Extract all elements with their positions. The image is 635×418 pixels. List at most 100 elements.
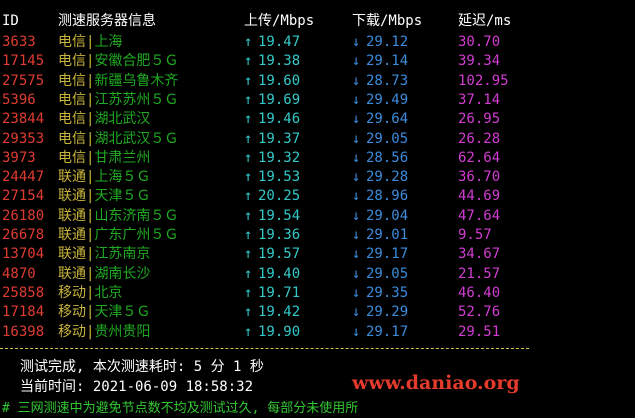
- summary-done: 测试完成, 本次测速耗时: 5 分 1 秒: [20, 359, 264, 375]
- arrow-up-icon: ↑: [244, 304, 253, 321]
- download-value: 29.04: [366, 207, 409, 224]
- row-node: 电信|江苏苏州５Ｇ: [58, 91, 178, 110]
- download-value: 29.17: [366, 323, 409, 340]
- arrow-up-icon: ↑: [244, 130, 253, 147]
- row-city: 湖北武汉: [94, 111, 151, 128]
- row-city: 新疆乌鲁木齐: [94, 72, 179, 89]
- download-value: 29.14: [366, 53, 409, 70]
- upload-value: 19.32: [258, 149, 301, 166]
- arrow-up-icon: ↑: [244, 34, 253, 50]
- row-city: 天津５Ｇ: [94, 304, 151, 321]
- upload-value: 19.40: [258, 265, 301, 282]
- row-city: 贵州贵阳: [94, 323, 151, 340]
- arrow-up-icon: ↑: [244, 188, 253, 205]
- table-header: ID 测速服务器信息 上传/Mbps 下载/Mbps 延迟/ms: [0, 12, 511, 31]
- footer-note: # 三网测速中为避免节点数不均及测试过久, 每部分未使用所: [2, 401, 359, 416]
- row-node: 联通|湖南长沙: [58, 265, 150, 284]
- upload-value: 19.60: [258, 72, 301, 89]
- row-isp: 电信: [58, 111, 86, 128]
- download-value: 29.28: [366, 169, 409, 186]
- row-id: 27154: [2, 188, 45, 205]
- download-value: 28.73: [366, 72, 409, 89]
- row-upload: ↑ 19.69: [244, 91, 300, 110]
- row-latency: 52.76: [458, 304, 501, 321]
- upload-value: 19.71: [258, 284, 301, 301]
- watermark-text: www.daniao.org: [352, 372, 520, 394]
- row-isp: 电信: [58, 130, 86, 147]
- row-city: 北京: [94, 284, 123, 301]
- row-city: 广东广州５Ｇ: [94, 227, 179, 243]
- row-node: 电信|新疆乌鲁木齐: [58, 72, 178, 91]
- row-node: 移动|天津５Ｇ: [58, 303, 150, 322]
- row-upload: ↑ 19.42: [244, 303, 300, 322]
- row-id: 3973: [2, 149, 36, 166]
- row-isp: 电信: [58, 72, 86, 89]
- row-isp: 移动: [58, 304, 86, 321]
- download-value: 29.12: [366, 34, 409, 50]
- arrow-up-icon: ↑: [244, 149, 253, 166]
- arrow-down-icon: ↓: [352, 284, 361, 301]
- download-value: 29.29: [366, 304, 409, 321]
- arrow-up-icon: ↑: [244, 111, 253, 128]
- row-id: 16398: [2, 323, 45, 340]
- row-node: 移动|北京: [58, 284, 122, 303]
- row-download: ↓ 28.73: [352, 72, 408, 91]
- arrow-up-icon: ↑: [244, 265, 253, 282]
- arrow-up-icon: ↑: [244, 53, 253, 70]
- row-upload: ↑ 19.53: [244, 168, 300, 187]
- row-city: 山东济南５Ｇ: [94, 207, 179, 224]
- row-latency: 30.70: [458, 34, 501, 50]
- arrow-up-icon: ↑: [244, 246, 253, 263]
- row-latency: 62.64: [458, 149, 501, 166]
- row-download: ↓ 29.49: [352, 91, 408, 110]
- row-isp: 联通: [58, 227, 86, 243]
- upload-value: 19.90: [258, 323, 301, 340]
- row-latency: 9.57: [458, 227, 492, 243]
- header-download: 下载/Mbps: [352, 13, 423, 29]
- upload-value: 19.47: [258, 34, 301, 50]
- row-upload: ↑ 19.60: [244, 72, 300, 91]
- row-upload: ↑ 19.46: [244, 110, 300, 129]
- arrow-down-icon: ↓: [352, 111, 361, 128]
- row-upload: ↑ 19.47: [244, 33, 300, 52]
- arrow-down-icon: ↓: [352, 53, 361, 70]
- row-download: ↓ 29.29: [352, 303, 408, 322]
- arrow-down-icon: ↓: [352, 188, 361, 205]
- row-download: ↓ 28.56: [352, 149, 408, 168]
- row-node: 电信|上海: [58, 33, 122, 52]
- row-upload: ↑ 20.25: [244, 187, 300, 206]
- row-upload: ↑ 19.54: [244, 207, 300, 226]
- row-download: ↓ 29.17: [352, 323, 408, 342]
- arrow-down-icon: ↓: [352, 304, 361, 321]
- upload-value: 19.69: [258, 91, 301, 108]
- download-value: 29.64: [366, 111, 409, 128]
- row-download: ↓ 29.04: [352, 207, 408, 226]
- row-upload: ↑ 19.38: [244, 52, 300, 71]
- row-city: 天津５Ｇ: [94, 188, 151, 205]
- row-node: 联通|上海５Ｇ: [58, 168, 150, 187]
- upload-value: 19.57: [258, 246, 301, 263]
- row-download: ↓ 29.17: [352, 245, 408, 264]
- row-id: 17145: [2, 53, 45, 70]
- row-download: ↓ 29.64: [352, 110, 408, 129]
- arrow-up-icon: ↑: [244, 169, 253, 186]
- download-value: 28.56: [366, 149, 409, 166]
- arrow-down-icon: ↓: [352, 149, 361, 166]
- upload-value: 19.42: [258, 304, 301, 321]
- row-city: 湖南长沙: [94, 265, 151, 282]
- row-upload: ↑ 19.71: [244, 284, 300, 303]
- row-download: ↓ 28.96: [352, 187, 408, 206]
- row-latency: 21.57: [458, 265, 501, 282]
- row-latency: 47.64: [458, 207, 501, 224]
- row-node: 联通|广东广州５Ｇ: [58, 226, 178, 245]
- row-isp: 移动: [58, 323, 86, 340]
- arrow-down-icon: ↓: [352, 169, 361, 186]
- row-id: 13704: [2, 246, 45, 263]
- row-id: 27575: [2, 72, 45, 89]
- download-value: 29.49: [366, 91, 409, 108]
- arrow-up-icon: ↑: [244, 91, 253, 108]
- download-value: 29.17: [366, 246, 409, 263]
- upload-value: 19.53: [258, 169, 301, 186]
- row-latency: 26.28: [458, 130, 501, 147]
- arrow-down-icon: ↓: [352, 227, 361, 243]
